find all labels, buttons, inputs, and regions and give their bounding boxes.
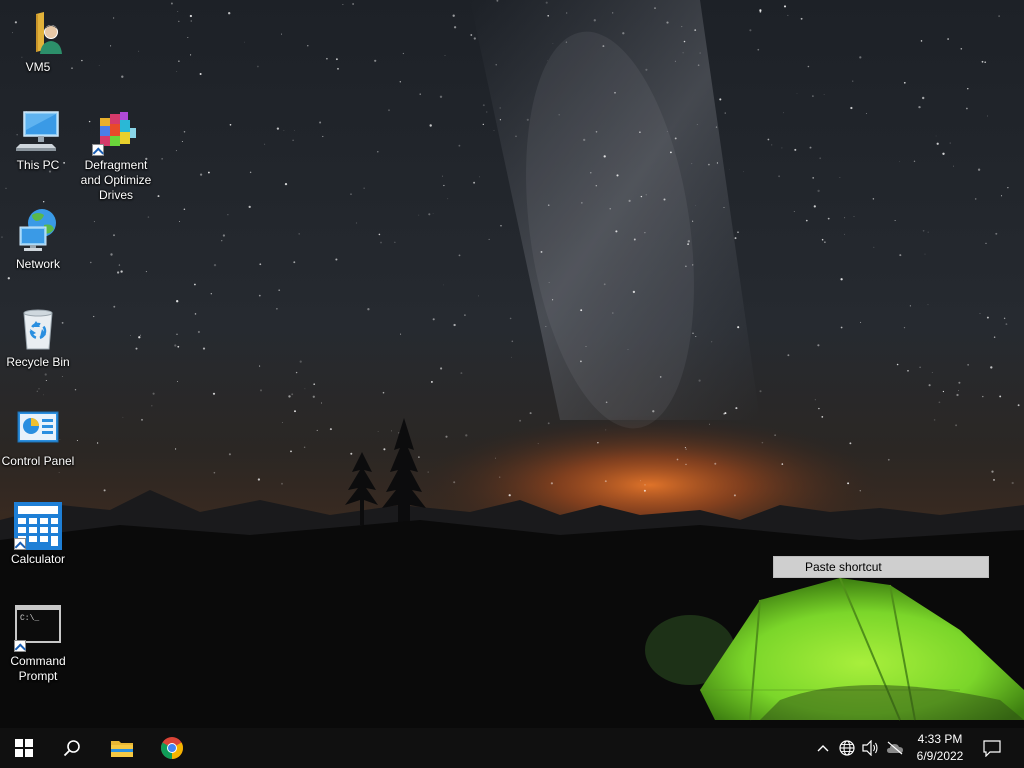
- show-hidden-icons-button[interactable]: [812, 728, 834, 768]
- desktop-icon-recycle-bin[interactable]: Recycle Bin: [0, 305, 76, 370]
- speaker-icon: [862, 740, 878, 756]
- start-icon: [15, 739, 33, 757]
- desktop-icon-label: This PC: [16, 158, 60, 172]
- desktop-icon-vm5[interactable]: VM5: [0, 10, 76, 75]
- desktop-icon-label: VM5: [25, 60, 51, 74]
- chrome-icon: [161, 737, 183, 759]
- search-icon: [63, 740, 80, 757]
- desktop-icon-control-panel[interactable]: Control Panel: [0, 404, 76, 469]
- desktop-icon-network[interactable]: Network: [0, 207, 76, 272]
- desktop-icon-calculator[interactable]: Calculator: [0, 502, 76, 567]
- svg-text:C:\_: C:\_: [20, 614, 39, 623]
- network-status-button[interactable]: [836, 728, 858, 768]
- desktop-icon-label: Network: [15, 257, 60, 271]
- menu-item-paste-shortcut[interactable]: Paste shortcut: [805, 560, 882, 574]
- action-center-button[interactable]: [978, 728, 1006, 768]
- chrome-button[interactable]: [148, 728, 196, 768]
- defrag-icon: [92, 108, 140, 156]
- search-button[interactable]: [48, 728, 96, 768]
- desktop-icon-label: Command Prompt: [10, 654, 66, 683]
- clock-time: 4:33 PM: [917, 732, 963, 746]
- desktop-icon-defragment[interactable]: Defragment and Optimize Drives: [78, 108, 154, 203]
- globe-network-icon: [839, 740, 855, 756]
- calculator-icon: [14, 502, 62, 550]
- desktop-icon-label: Recycle Bin: [6, 355, 70, 369]
- clock-date: 6/9/2022: [916, 749, 964, 763]
- onedrive-button[interactable]: [884, 728, 906, 768]
- user-folder-icon: [14, 10, 62, 58]
- desktop-icon-this-pc[interactable]: This PC: [0, 108, 76, 173]
- chevron-up-icon: [817, 745, 829, 752]
- volume-button[interactable]: [860, 728, 882, 768]
- shortcut-arrow-icon: [14, 538, 26, 550]
- action-center-icon: [983, 740, 1001, 757]
- file-explorer-icon: [111, 741, 133, 757]
- control-panel-icon: [14, 404, 62, 452]
- start-button[interactable]: [0, 728, 48, 768]
- clock[interactable]: 4:33 PM 6/9/2022: [906, 731, 974, 765]
- command-prompt-icon: C:\_: [14, 604, 62, 652]
- onedrive-offline-icon: [887, 741, 903, 755]
- network-icon: [14, 207, 62, 255]
- desktop-icon-label: Defragment and Optimize Drives: [80, 158, 152, 202]
- desktop-icon-label: Control Panel: [1, 454, 75, 468]
- desktop-icon-command-prompt[interactable]: C:\_ Command Prompt: [0, 604, 76, 684]
- shortcut-arrow-icon: [14, 640, 26, 652]
- taskbar: 4:33 PM 6/9/2022: [0, 728, 1024, 768]
- shortcut-arrow-icon: [92, 144, 104, 156]
- context-menu: Paste shortcut: [773, 556, 989, 578]
- computer-icon: [14, 108, 62, 156]
- desktop-icon-label: Calculator: [10, 552, 66, 566]
- file-explorer-button[interactable]: [98, 728, 146, 768]
- recycle-bin-icon: [14, 305, 62, 353]
